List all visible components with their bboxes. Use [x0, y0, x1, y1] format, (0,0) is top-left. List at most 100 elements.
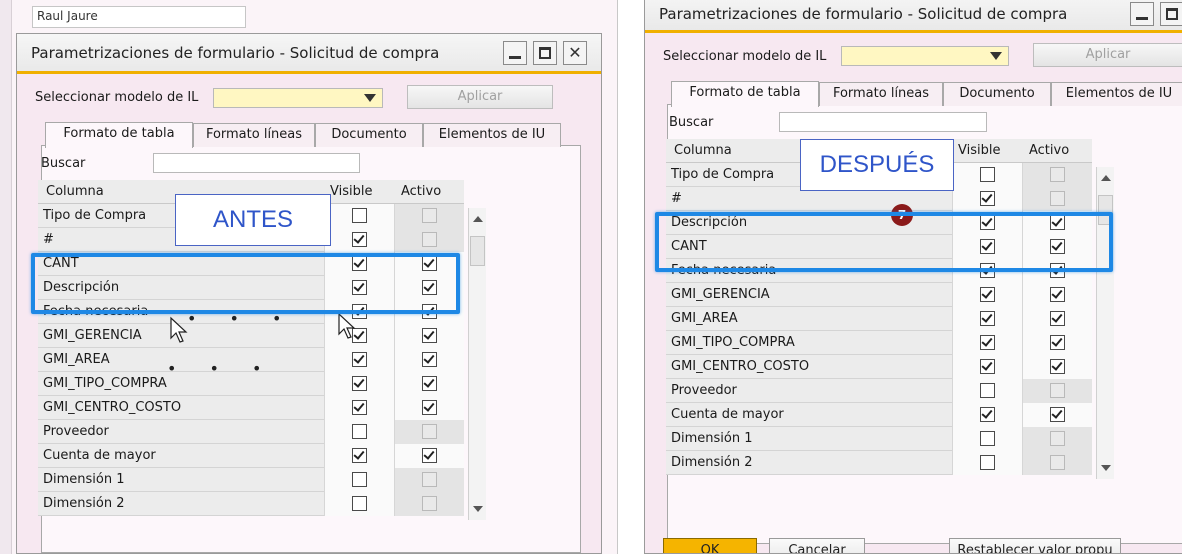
- right-tab-formato-lineas[interactable]: Formato líneas: [819, 82, 943, 106]
- visible-checkbox[interactable]: [980, 167, 995, 182]
- active-checkbox[interactable]: [1050, 455, 1065, 470]
- table-row[interactable]: GMI_CENTRO_COSTO: [666, 355, 1092, 379]
- active-cell: [394, 468, 464, 492]
- active-checkbox[interactable]: [422, 376, 437, 391]
- visible-checkbox[interactable]: [352, 424, 367, 439]
- scroll-down-icon[interactable]: [1101, 465, 1111, 471]
- visible-cell: [324, 420, 394, 444]
- visible-cell: [324, 324, 394, 348]
- right-minimize-button[interactable]: [1130, 2, 1154, 26]
- visible-checkbox[interactable]: [980, 359, 995, 374]
- active-cell: [394, 324, 464, 348]
- visible-checkbox[interactable]: [352, 448, 367, 463]
- table-row[interactable]: Cuenta de mayor: [666, 403, 1092, 427]
- right-tab-documento[interactable]: Documento: [943, 82, 1051, 106]
- table-row[interactable]: Proveedor: [666, 379, 1092, 403]
- visible-checkbox[interactable]: [980, 455, 995, 470]
- visible-cell: [952, 283, 1022, 307]
- ok-button[interactable]: OK: [663, 538, 757, 553]
- visible-checkbox[interactable]: [352, 472, 367, 487]
- active-checkbox[interactable]: [1050, 167, 1065, 182]
- active-checkbox[interactable]: [1050, 311, 1065, 326]
- left-tab-elementos-iu[interactable]: Elementos de IU: [423, 123, 561, 147]
- right-apply-button[interactable]: Aplicar: [1033, 43, 1182, 67]
- active-checkbox[interactable]: [422, 208, 437, 223]
- active-checkbox[interactable]: [422, 400, 437, 415]
- left-close-button[interactable]: ✕: [563, 41, 587, 65]
- active-checkbox[interactable]: [422, 424, 437, 439]
- active-checkbox[interactable]: [422, 232, 437, 247]
- visible-checkbox[interactable]: [980, 335, 995, 350]
- row-column-name: Dimensión 2: [671, 455, 753, 470]
- right-dialog-title: Parametrizaciones de formulario - Solici…: [659, 5, 1068, 23]
- visible-checkbox[interactable]: [980, 311, 995, 326]
- active-checkbox[interactable]: [1050, 287, 1065, 302]
- table-row[interactable]: Dimensión 1: [666, 427, 1092, 451]
- left-drag-dots-1: • • •: [187, 309, 296, 328]
- active-checkbox[interactable]: [1050, 359, 1065, 374]
- active-checkbox[interactable]: [422, 496, 437, 511]
- visible-checkbox[interactable]: [980, 407, 995, 422]
- active-cell: [1022, 163, 1092, 187]
- right-search-input[interactable]: [779, 112, 987, 132]
- table-row[interactable]: GMI_GERENCIA: [666, 283, 1092, 307]
- visible-checkbox[interactable]: [352, 376, 367, 391]
- active-checkbox[interactable]: [422, 328, 437, 343]
- visible-cell: [952, 331, 1022, 355]
- visible-checkbox[interactable]: [352, 352, 367, 367]
- active-checkbox[interactable]: [1050, 335, 1065, 350]
- visible-checkbox[interactable]: [352, 208, 367, 223]
- row-column-name: Dimensión 1: [671, 431, 753, 446]
- restore-default-button[interactable]: Restablecer valor propu: [949, 538, 1121, 553]
- scroll-up-icon[interactable]: [1101, 175, 1111, 181]
- check-icon: [981, 287, 993, 299]
- visible-cell: [952, 355, 1022, 379]
- table-row[interactable]: Dimensión 1: [38, 468, 464, 492]
- active-checkbox[interactable]: [422, 472, 437, 487]
- active-checkbox[interactable]: [1050, 407, 1065, 422]
- table-row[interactable]: GMI_TIPO_COMPRA: [666, 331, 1092, 355]
- right-maximize-button[interactable]: [1160, 2, 1182, 26]
- table-row[interactable]: Proveedor: [38, 420, 464, 444]
- right-tab-formato-tabla[interactable]: Formato de tabla: [671, 81, 819, 107]
- active-checkbox[interactable]: [1050, 383, 1065, 398]
- active-checkbox[interactable]: [422, 448, 437, 463]
- check-icon: [353, 448, 365, 460]
- left-apply-button[interactable]: Aplicar: [407, 85, 553, 109]
- right-tab-elementos-iu[interactable]: Elementos de IU: [1051, 82, 1182, 106]
- active-cell: [1022, 427, 1092, 451]
- visible-checkbox[interactable]: [980, 383, 995, 398]
- table-row[interactable]: GMI_AREA: [666, 307, 1092, 331]
- visible-checkbox[interactable]: [980, 191, 995, 206]
- visible-checkbox[interactable]: [352, 400, 367, 415]
- scroll-down-icon[interactable]: [473, 506, 483, 512]
- left-tab-documento[interactable]: Documento: [315, 123, 423, 147]
- active-cell: [394, 420, 464, 444]
- left-grid-scrollbar[interactable]: [468, 208, 486, 520]
- left-maximize-button[interactable]: [533, 41, 557, 65]
- cancel-button[interactable]: Cancelar: [769, 538, 865, 553]
- visible-checkbox[interactable]: [980, 431, 995, 446]
- table-row[interactable]: Dimensión 2: [38, 492, 464, 516]
- check-icon: [1051, 359, 1063, 371]
- active-checkbox[interactable]: [1050, 431, 1065, 446]
- left-model-select[interactable]: [213, 88, 383, 108]
- right-model-select[interactable]: [841, 46, 1009, 66]
- left-search-input[interactable]: [153, 153, 360, 173]
- visible-checkbox[interactable]: [980, 287, 995, 302]
- table-row[interactable]: GMI_CENTRO_COSTO: [38, 396, 464, 420]
- visible-checkbox[interactable]: [352, 496, 367, 511]
- scroll-up-icon[interactable]: [473, 216, 483, 222]
- scrollbar-thumb[interactable]: [470, 236, 485, 266]
- active-cell: [394, 396, 464, 420]
- left-tab-formato-lineas[interactable]: Formato líneas: [193, 123, 315, 147]
- table-row[interactable]: Cuenta de mayor: [38, 444, 464, 468]
- visible-checkbox[interactable]: [352, 232, 367, 247]
- active-checkbox[interactable]: [1050, 191, 1065, 206]
- active-checkbox[interactable]: [422, 352, 437, 367]
- left-tab-formato-tabla[interactable]: Formato de tabla: [45, 122, 193, 148]
- table-row[interactable]: Dimensión 2: [666, 451, 1092, 475]
- right-search-label: Buscar: [669, 115, 714, 130]
- active-cell: [394, 228, 464, 252]
- left-minimize-button[interactable]: [503, 41, 527, 65]
